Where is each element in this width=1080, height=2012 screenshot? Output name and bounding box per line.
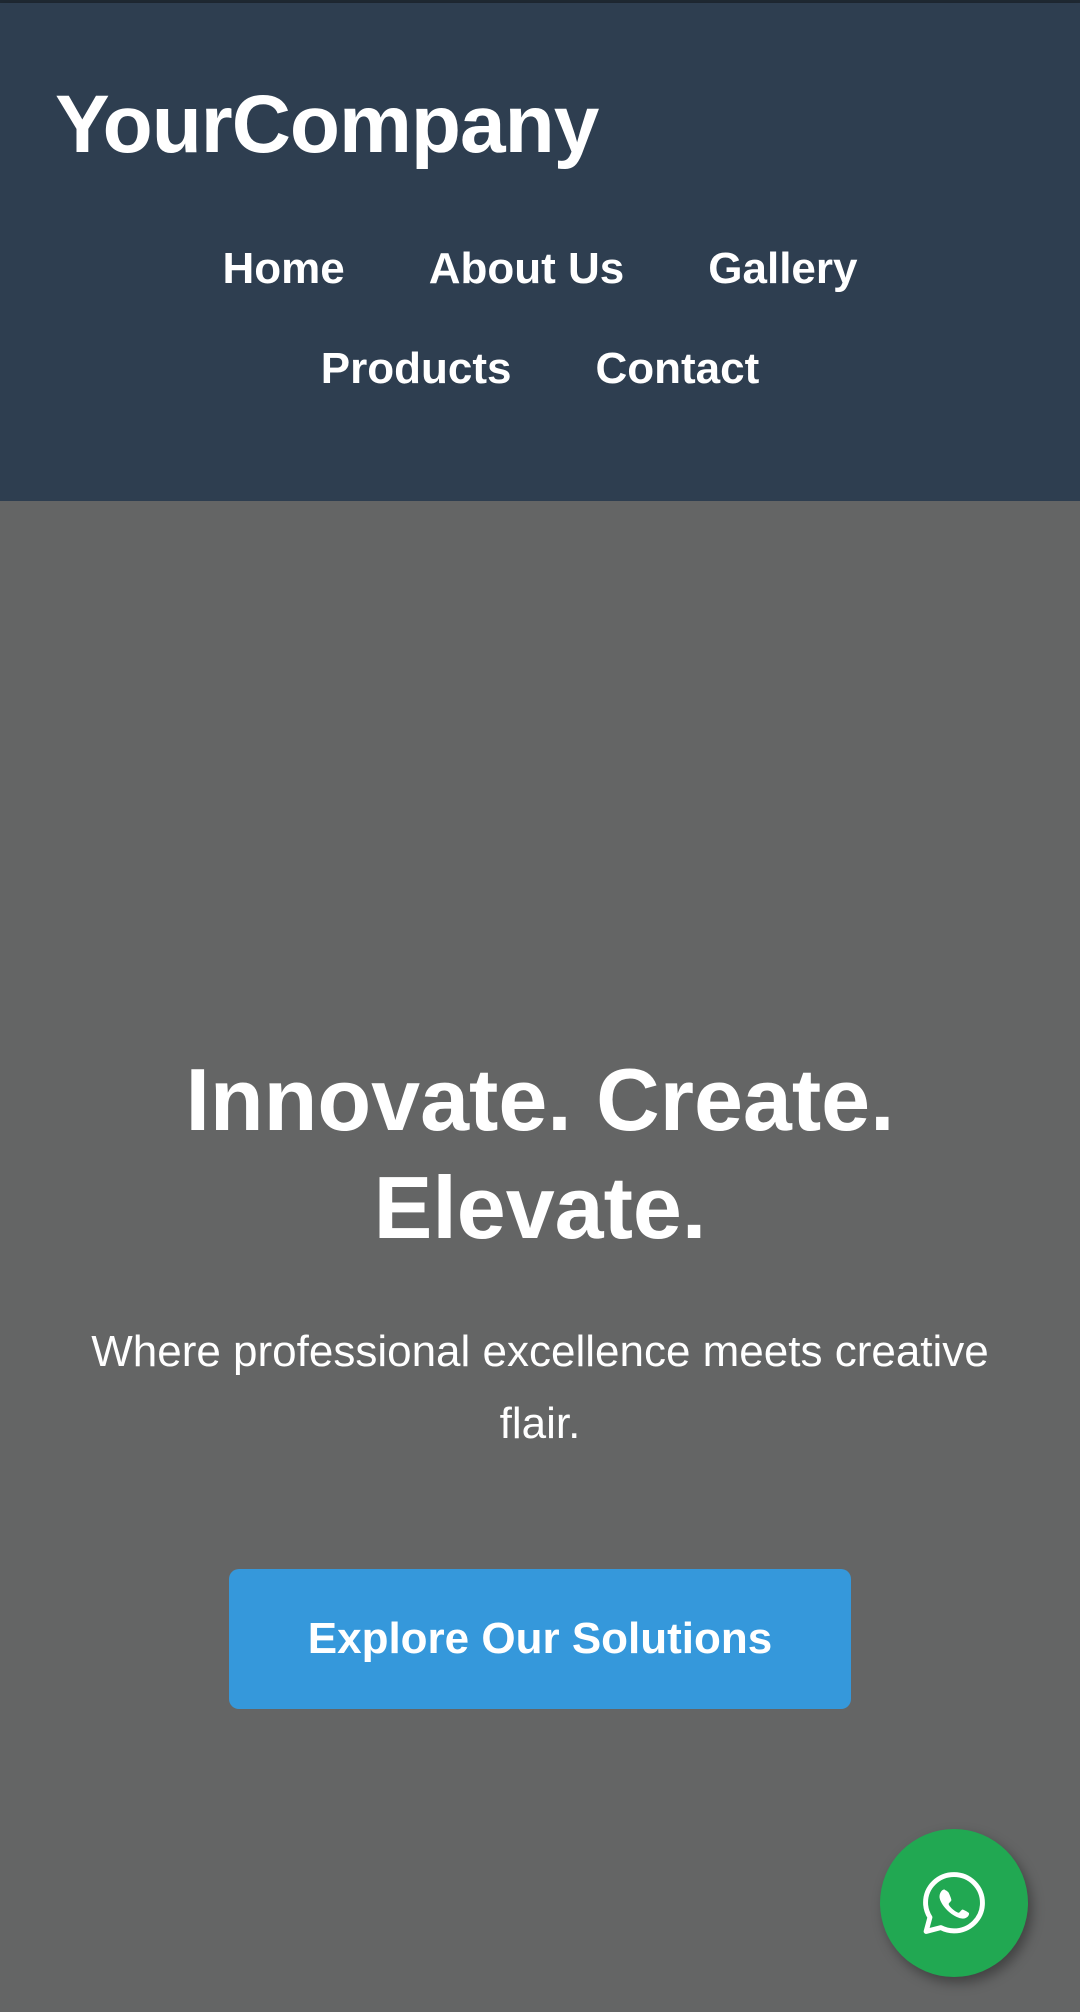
hero-title: Innovate. Create. Elevate. xyxy=(185,1050,895,1257)
explore-solutions-button[interactable]: Explore Our Solutions xyxy=(229,1569,851,1709)
main-nav: Home About Us Gallery Products Contact xyxy=(0,243,1080,395)
site-logo[interactable]: YourCompany xyxy=(55,78,599,172)
nav-link-products[interactable]: Products xyxy=(321,343,512,395)
hero-subtitle: Where professional excellence meets crea… xyxy=(91,1327,989,1448)
nav-link-contact[interactable]: Contact xyxy=(595,343,759,395)
nav-link-about-us[interactable]: About Us xyxy=(429,243,625,295)
site-header: YourCompany Home About Us Gallery Produc… xyxy=(0,3,1080,501)
hero-section: Innovate. Create. Elevate. Where profess… xyxy=(0,501,1080,2012)
whatsapp-icon xyxy=(923,1872,985,1934)
nav-link-home[interactable]: Home xyxy=(223,243,345,295)
whatsapp-button[interactable] xyxy=(880,1829,1028,1977)
nav-link-gallery[interactable]: Gallery xyxy=(708,243,857,295)
